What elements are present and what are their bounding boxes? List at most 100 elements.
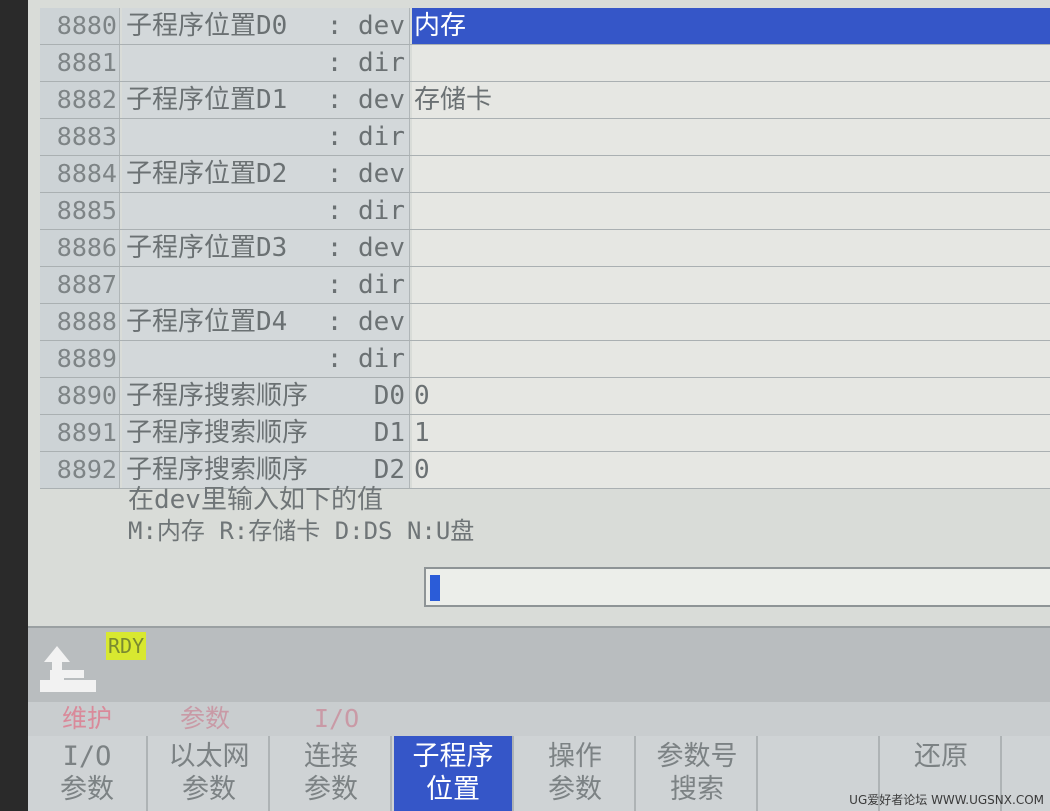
param-row[interactable]: 8881 : dir [40, 45, 1050, 82]
param-name: 子程序位置D4 [126, 307, 288, 337]
param-row[interactable]: 8889 : dir [40, 341, 1050, 378]
param-name: 子程序位置D3 [126, 233, 288, 263]
param-number: 8882 [40, 82, 120, 118]
param-name: 子程序位置D1 [126, 85, 288, 115]
param-name: 子程序搜索顺序 [126, 455, 309, 485]
param-number: 8890 [40, 378, 120, 414]
softkey-line: 子程序 [412, 741, 494, 772]
param-name-cell: 子程序位置D0 : dev [122, 8, 410, 44]
param-number: 8883 [40, 119, 120, 155]
param-name-cell: 子程序搜索顺序 D0 [122, 378, 410, 414]
param-kind: D1 [373, 418, 405, 448]
param-row[interactable]: 8885 : dir [40, 193, 1050, 230]
forum-watermark: UG爱好者论坛 WWW.UGSNX.COM [849, 793, 1044, 807]
param-number: 8881 [40, 45, 120, 81]
param-kind: : dev [326, 11, 405, 41]
param-value-field[interactable] [412, 45, 1050, 81]
param-name-cell: 子程序位置D2 : dev [122, 156, 410, 192]
status-bar: RDY [28, 626, 1050, 704]
param-number: 8885 [40, 193, 120, 229]
text-cursor [430, 575, 440, 601]
softkey-line: 连接 [304, 741, 358, 772]
softkey-line: 参数 [304, 774, 358, 805]
param-kind: : dir [326, 344, 405, 374]
softkey-line: 还原 [914, 741, 968, 772]
param-kind: : dev [326, 85, 405, 115]
softkey-param-number-search[interactable]: 参数号 搜索 [638, 736, 758, 811]
param-value-field[interactable] [412, 193, 1050, 229]
param-number: 8887 [40, 267, 120, 303]
softkey-line: 参数 [182, 774, 236, 805]
param-kind: : dir [326, 196, 405, 226]
param-value-field[interactable]: 存储卡 [412, 82, 1050, 118]
softkey-subprogram-location[interactable]: 子程序 位置 [394, 736, 514, 811]
param-kind: : dev [326, 307, 405, 337]
param-value-field[interactable]: 内存 [412, 8, 1050, 44]
param-value-field[interactable] [412, 341, 1050, 377]
param-name-cell: : dir [122, 267, 410, 303]
param-name-cell: 子程序位置D1 : dev [122, 82, 410, 118]
hint-line-1: 在dev里输入如下的值 [128, 485, 383, 515]
param-name-cell: : dir [122, 119, 410, 155]
param-name: 子程序搜索顺序 [126, 381, 309, 411]
softkey-line: 搜索 [670, 774, 724, 805]
param-value-field[interactable]: 0 [412, 378, 1050, 414]
mode-group-labels: 维护 参数 I/O [28, 702, 1050, 736]
ready-status: RDY [106, 632, 147, 660]
parameter-table: 8880 子程序位置D0 : dev 内存 8881 : dir 8882 子程… [40, 8, 1050, 489]
param-row[interactable]: 8882 子程序位置D1 : dev 存储卡 [40, 82, 1050, 119]
param-kind: D0 [373, 381, 405, 411]
param-value-field[interactable] [412, 304, 1050, 340]
param-row[interactable]: 8886 子程序位置D3 : dev [40, 230, 1050, 267]
param-number: 8886 [40, 230, 120, 266]
param-row[interactable]: 8883 : dir [40, 119, 1050, 156]
softkey-line: 操作 [548, 741, 602, 772]
param-row[interactable]: 8880 子程序位置D0 : dev 内存 [40, 8, 1050, 45]
param-name: 子程序位置D0 [126, 11, 288, 41]
softkey-line: 参数 [548, 774, 602, 805]
param-value-field[interactable] [412, 267, 1050, 303]
key-input-buffer[interactable] [424, 567, 1050, 607]
param-value-field[interactable] [412, 119, 1050, 155]
param-row[interactable]: 8891 子程序搜索顺序 D1 1 [40, 415, 1050, 452]
param-row[interactable]: 8890 子程序搜索顺序 D0 0 [40, 378, 1050, 415]
param-number: 8880 [40, 8, 120, 44]
param-number: 8888 [40, 304, 120, 340]
param-number: 8891 [40, 415, 120, 451]
group-label-parameter: 参数 [180, 704, 231, 733]
softkey-operation-params[interactable]: 操作 参数 [516, 736, 636, 811]
param-kind: : dir [326, 122, 405, 152]
softkey-io-params[interactable]: I/O 参数 [28, 736, 148, 811]
param-name-cell: : dir [122, 193, 410, 229]
group-label-maintenance: 维护 [62, 704, 113, 733]
softkey-line: 以太网 [168, 741, 250, 772]
param-value-field[interactable]: 0 [412, 452, 1050, 488]
param-name-cell: 子程序搜索顺序 D1 [122, 415, 410, 451]
hint-line-2: M:内存 R:存储卡 D:DS N:U盘 [128, 517, 475, 545]
param-name-cell: : dir [122, 45, 410, 81]
param-kind: D2 [373, 455, 405, 485]
param-name: 子程序搜索顺序 [126, 418, 309, 448]
param-value-field[interactable]: 1 [412, 415, 1050, 451]
cnc-screen: 8880 子程序位置D0 : dev 内存 8881 : dir 8882 子程… [28, 0, 1050, 811]
param-number: 8889 [40, 341, 120, 377]
softkey-connection-params[interactable]: 连接 参数 [272, 736, 392, 811]
input-hint: 在dev里输入如下的值 M:内存 R:存储卡 D:DS N:U盘 [128, 484, 474, 546]
param-value-field[interactable] [412, 230, 1050, 266]
softkey-ethernet-params[interactable]: 以太网 参数 [150, 736, 270, 811]
param-kind: : dir [326, 270, 405, 300]
softkey-line: I/O [62, 741, 112, 772]
param-name-cell: 子程序搜索顺序 D2 [122, 452, 410, 488]
param-kind: : dir [326, 48, 405, 78]
param-number: 8892 [40, 452, 120, 488]
softkey-line: 位置 [426, 774, 480, 805]
softkey-line: 参数号 [656, 741, 738, 772]
param-row[interactable]: 8888 子程序位置D4 : dev [40, 304, 1050, 341]
param-row[interactable]: 8884 子程序位置D2 : dev [40, 156, 1050, 193]
param-name-cell: 子程序位置D4 : dev [122, 304, 410, 340]
group-label-io: I/O [314, 704, 360, 733]
param-value-field[interactable] [412, 156, 1050, 192]
param-number: 8884 [40, 156, 120, 192]
return-up-icon[interactable] [36, 640, 100, 696]
param-row[interactable]: 8887 : dir [40, 267, 1050, 304]
